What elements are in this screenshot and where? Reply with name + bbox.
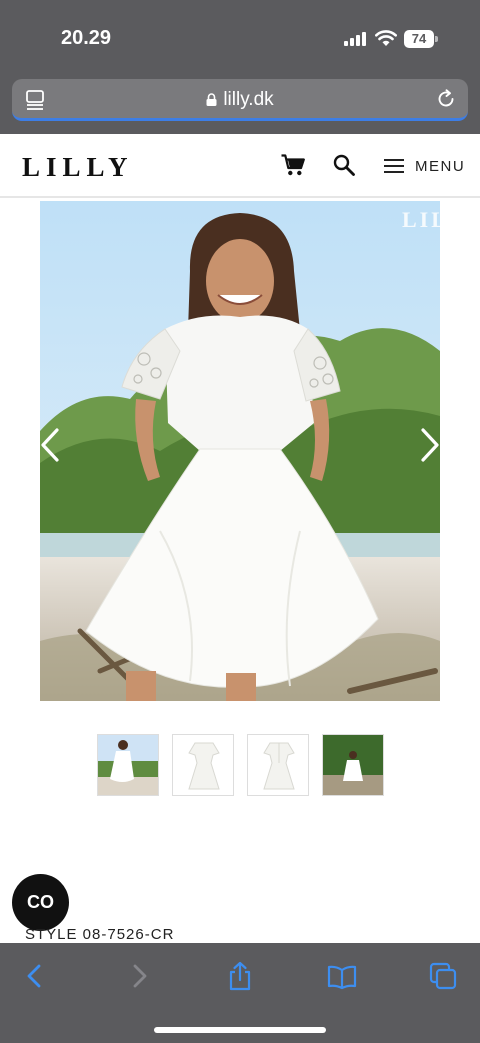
thumbnail-strip <box>97 734 384 796</box>
forward-icon <box>133 964 147 988</box>
browser-chrome-top: 20.29 74 lilly.dk <box>0 0 480 134</box>
thumbnail-image <box>248 735 308 795</box>
site-header: LILLY MENU <box>0 134 480 198</box>
battery-icon: 74 <box>404 30 438 48</box>
reload-icon[interactable] <box>436 89 456 109</box>
thumbnail-image <box>173 735 233 795</box>
site-logo[interactable]: LILLY <box>22 152 134 183</box>
chevron-right-icon[interactable] <box>418 427 442 463</box>
thumbnail-image <box>323 735 383 795</box>
co-logo-icon: CO <box>27 892 54 912</box>
thumbnail-model-garden[interactable] <box>322 734 384 796</box>
share-icon[interactable] <box>225 961 255 991</box>
url-bar[interactable]: lilly.dk <box>12 79 468 121</box>
product-photo-illustration: LILI <box>40 201 440 701</box>
browser-toolbar <box>0 943 480 1043</box>
bookmarks-icon[interactable] <box>327 961 357 991</box>
url-text: lilly.dk <box>223 89 274 110</box>
url-display[interactable]: lilly.dk <box>12 89 468 111</box>
brand-watermark: LILI <box>402 207 440 232</box>
thumbnail-model-beach[interactable] <box>97 734 159 796</box>
menu-button[interactable]: MENU <box>384 156 465 176</box>
battery-level: 74 <box>404 30 434 48</box>
search-icon[interactable] <box>333 154 355 176</box>
battery-tip <box>435 36 438 42</box>
cart-icon[interactable] <box>281 154 305 176</box>
co-badge-text: CO <box>27 892 54 912</box>
lock-icon <box>206 93 217 106</box>
thumbnail-dress-front[interactable] <box>172 734 234 796</box>
thumbnail-image <box>98 735 158 795</box>
home-indicator <box>154 1027 326 1033</box>
product-image-main[interactable]: LILI <box>40 201 440 701</box>
product-style-number: STYLE 08-7526-CR <box>25 926 175 943</box>
tabs-icon[interactable] <box>428 961 458 991</box>
chevron-left-icon[interactable] <box>38 427 62 463</box>
status-time: 20.29 <box>61 27 112 49</box>
wifi-icon <box>375 30 397 46</box>
co-badge-button[interactable]: CO <box>12 874 69 931</box>
thumbnail-dress-back[interactable] <box>247 734 309 796</box>
back-icon[interactable] <box>20 961 50 991</box>
menu-label: MENU <box>415 157 466 175</box>
cell-signal-icon <box>344 32 366 46</box>
hamburger-menu-icon <box>384 159 404 173</box>
